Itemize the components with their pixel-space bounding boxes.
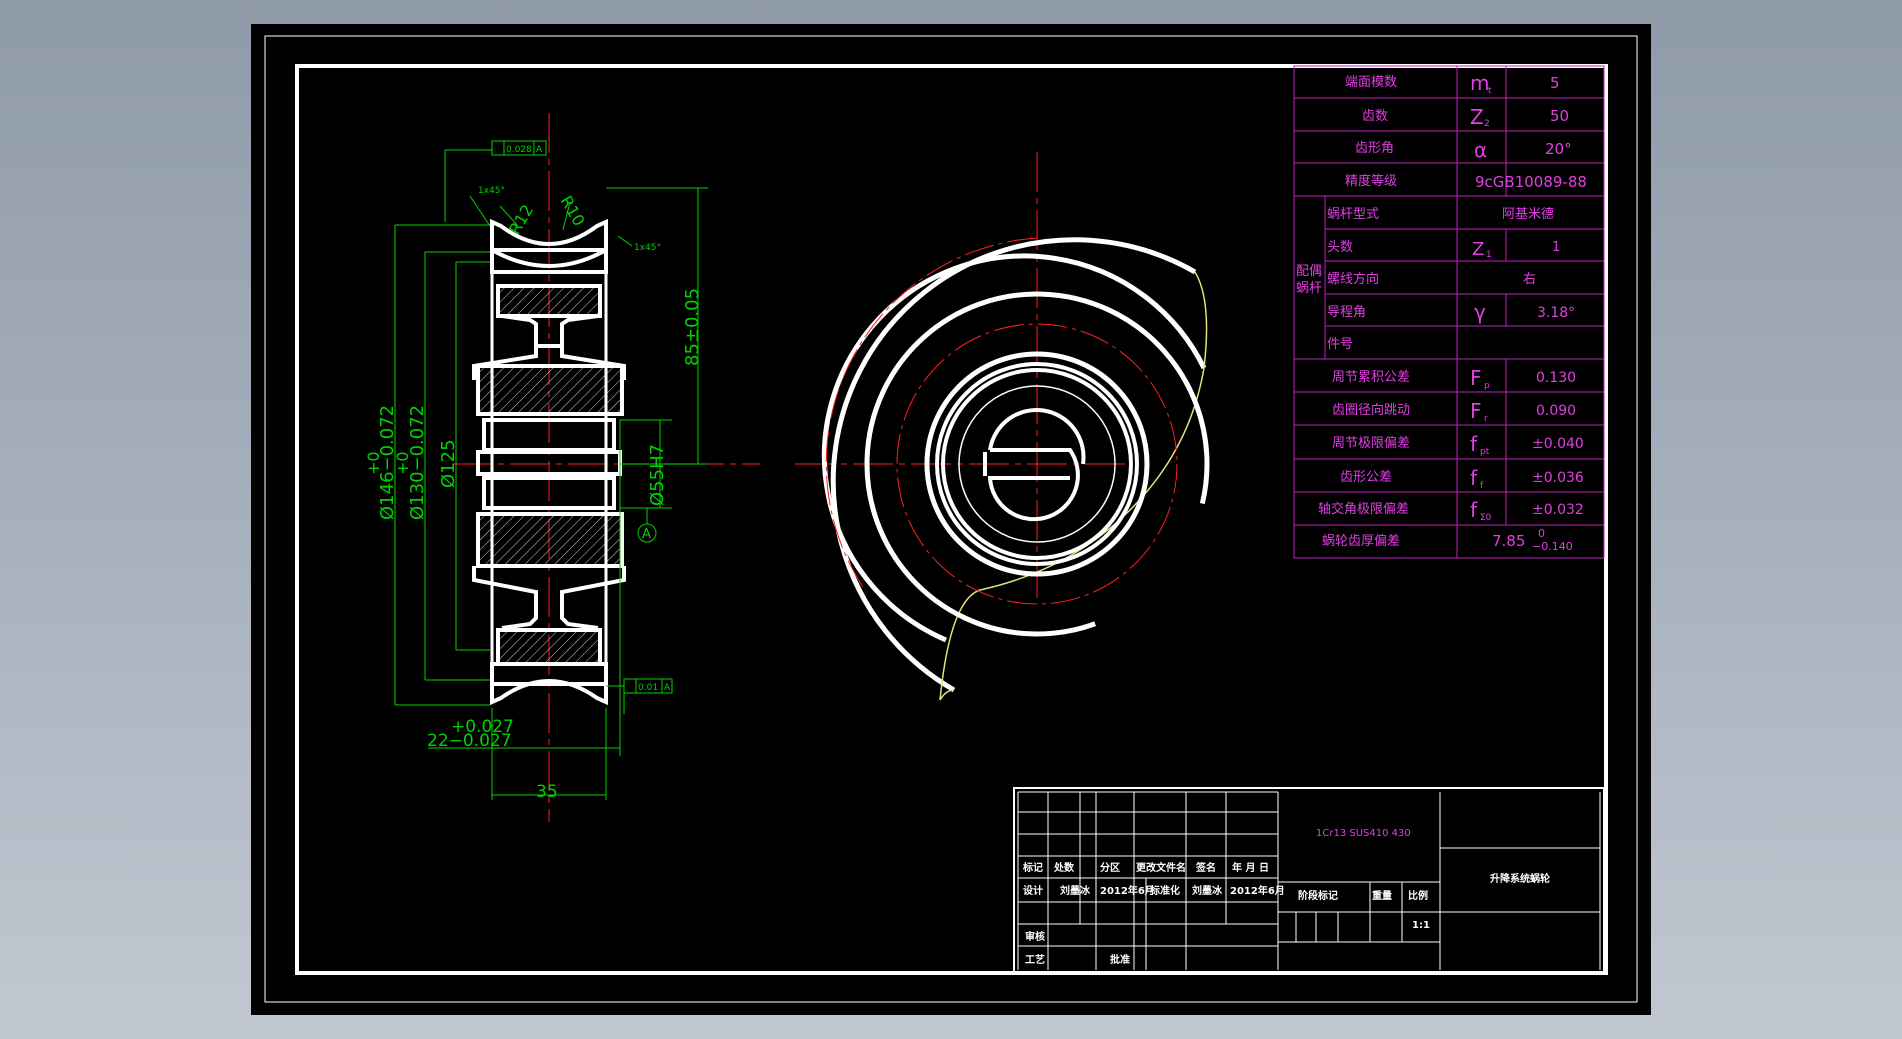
mating-name-4: 导程角 — [1327, 305, 1366, 320]
tol-sub-2: r — [1484, 414, 1488, 424]
tol-top-value: 0.028 — [506, 145, 532, 155]
tol-symbol-2: F — [1470, 399, 1482, 423]
row-name-4: 精度等级 — [1345, 173, 1397, 189]
w22-label: 22−0.027 — [427, 731, 512, 751]
tol-name-1: 周节累积公差 — [1332, 370, 1410, 385]
tol-bottom-value: 0.01 — [638, 683, 658, 693]
tol-name-2: 齿圈径向跳动 — [1332, 402, 1410, 418]
mating-sub-2: 1 — [1486, 250, 1492, 260]
tol-value-3: ±0.040 — [1532, 436, 1584, 452]
w35-label: 35 — [536, 782, 558, 802]
mating-value-3: 右 — [1523, 272, 1536, 287]
tol-sub-1: p — [1484, 381, 1490, 391]
d130-label: Ø130−0.072 — [407, 405, 428, 520]
mating-label-1: 配偶 — [1296, 264, 1322, 279]
scale-value: 1:1 — [1412, 920, 1430, 931]
cad-drawing-canvas: 0.028 A 0.01 A 1x45° 1x45° R12 R10 +0 Ø1… — [251, 24, 1651, 1015]
mating-symbol-2: Z — [1472, 239, 1484, 260]
row-name-3: 齿形角 — [1355, 141, 1394, 156]
row-value-3: 20° — [1545, 140, 1572, 158]
tol-name-4: 齿形公差 — [1340, 470, 1392, 485]
d125-label: Ø125 — [438, 439, 459, 488]
tol-symbol-1: F — [1470, 366, 1482, 390]
thickness-name: 蜗轮齿厚偏差 — [1322, 533, 1400, 549]
mating-name-5: 件号 — [1327, 337, 1353, 352]
row-sub-1: t — [1488, 86, 1492, 96]
approve-label: 批准 — [1110, 953, 1130, 966]
row-name-1: 端面模数 — [1345, 75, 1397, 90]
header-zone: 分区 — [1100, 861, 1120, 874]
stage-label: 阶段标记 — [1298, 889, 1338, 902]
row-sub-2: 2 — [1484, 119, 1490, 129]
tol-name-3: 周节极限偏差 — [1332, 436, 1410, 451]
drawing-paper — [251, 24, 1651, 1015]
header-mark: 标记 — [1022, 861, 1043, 874]
chamfer-left-label: 1x45° — [478, 186, 505, 196]
review-label: 审核 — [1025, 930, 1045, 943]
design-date: 2012年6月 — [1100, 884, 1155, 897]
standardization-date: 2012年6月 — [1230, 884, 1285, 897]
tol-name-5: 轴交角极限偏差 — [1318, 501, 1409, 517]
mating-label-2: 蜗杆 — [1296, 280, 1322, 296]
tol-top-datum: A — [536, 145, 543, 155]
datum-a-label: A — [642, 527, 651, 542]
tol-symbol-4: f — [1470, 466, 1478, 490]
row-symbol-3: α — [1474, 138, 1487, 162]
designer-name: 刘墨冰 — [1060, 884, 1091, 897]
mating-name-3: 螺线方向 — [1327, 271, 1379, 287]
row-symbol-1: m — [1470, 71, 1489, 95]
header-change-doc: 更改文件名 — [1136, 861, 1186, 874]
tol-symbol-5: f — [1470, 498, 1478, 522]
thickness-value: 7.85 — [1492, 532, 1525, 550]
scale-label: 比例 — [1408, 889, 1428, 902]
tol-sub-5: Σ0 — [1480, 513, 1492, 523]
design-label: 设计 — [1023, 884, 1043, 897]
tol-value-4: ±0.036 — [1532, 470, 1584, 486]
d55-label: Ø55H7 — [647, 444, 668, 506]
row-value-4: 9cGB10089-88 — [1475, 173, 1587, 191]
mating-value-4: 3.18° — [1537, 305, 1575, 321]
header-date: 年 月 日 — [1232, 861, 1269, 874]
header-count: 处数 — [1053, 861, 1075, 874]
mating-symbol-4: γ — [1474, 300, 1486, 324]
tol-bottom-datum: A — [664, 683, 671, 693]
h85-label: 85±0.05 — [682, 288, 703, 366]
tol-symbol-3: f — [1470, 432, 1478, 456]
row-value-2: 50 — [1550, 107, 1569, 125]
tol-value-5: ±0.032 — [1532, 502, 1584, 518]
material-label: 1Cr13 SUS410 430 — [1316, 828, 1411, 839]
weight-label: 重量 — [1372, 889, 1392, 902]
mating-value-1: 阿基米德 — [1502, 207, 1554, 222]
tol-sub-3: pt — [1480, 447, 1490, 457]
mating-name-2: 头数 — [1327, 240, 1353, 255]
drawing-name: 升降系统蜗轮 — [1490, 872, 1550, 885]
header-signature: 签名 — [1195, 861, 1216, 874]
standardization-label: 标准化 — [1149, 884, 1180, 897]
tol-value-2: 0.090 — [1536, 403, 1576, 419]
tol-value-1: 0.130 — [1536, 370, 1576, 386]
thickness-lower: −0.140 — [1532, 540, 1573, 553]
thickness-upper: 0 — [1538, 527, 1545, 540]
row-symbol-2: Z — [1470, 105, 1484, 129]
process-label: 工艺 — [1025, 953, 1045, 966]
mating-name-1: 蜗杆型式 — [1327, 206, 1379, 222]
mating-value-2: 1 — [1552, 240, 1560, 255]
row-value-1: 5 — [1550, 74, 1560, 92]
chamfer-right-label: 1x45° — [634, 243, 661, 253]
row-name-2: 齿数 — [1362, 109, 1388, 124]
standardizer-name: 刘墨冰 — [1192, 884, 1223, 897]
